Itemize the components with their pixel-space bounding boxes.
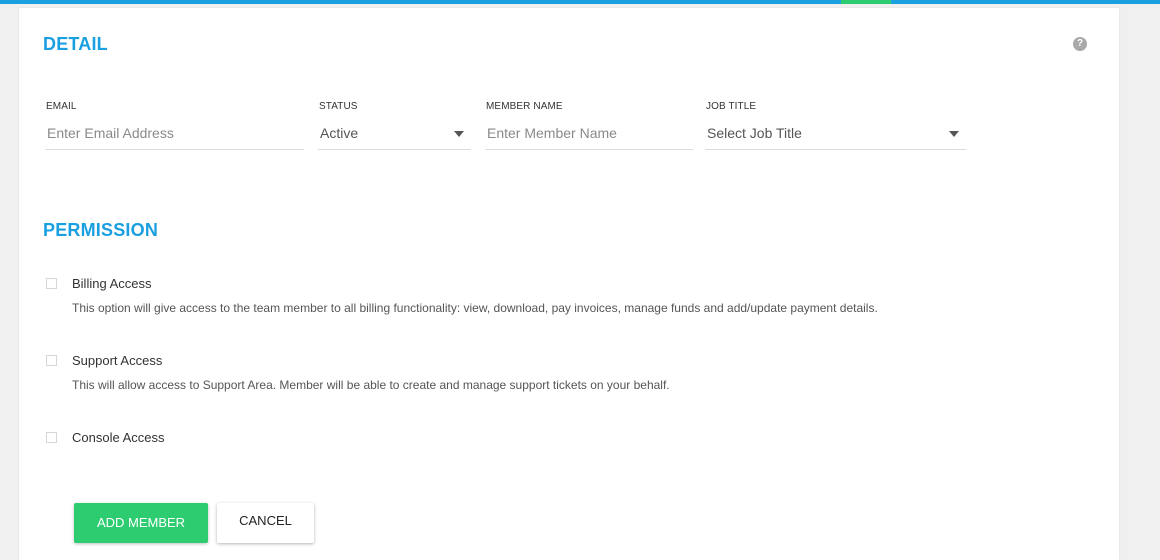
- support-access-label: Support Access: [72, 353, 163, 368]
- status-label: STATUS: [319, 101, 358, 112]
- job-title-field-group: JOB TITLE Select Job Title: [705, 100, 966, 150]
- billing-access-label: Billing Access: [72, 276, 152, 291]
- detail-section-title: DETAIL: [43, 34, 108, 54]
- job-title-label: JOB TITLE: [706, 101, 757, 112]
- status-field-group: STATUS Active: [318, 100, 471, 150]
- member-name-field-group: MEMBER NAME: [485, 100, 693, 150]
- member-name-input[interactable]: [485, 117, 693, 150]
- top-progress-bar: [0, 0, 1160, 4]
- job-title-select[interactable]: Select Job Title: [705, 117, 966, 150]
- chevron-down-icon: [949, 131, 959, 137]
- status-select[interactable]: Active: [318, 117, 471, 150]
- job-title-selected-value: Select Job Title: [707, 125, 802, 141]
- status-selected-value: Active: [320, 125, 359, 141]
- email-input[interactable]: [45, 117, 304, 150]
- billing-access-description: This option will give access to the team…: [72, 301, 878, 315]
- add-member-button[interactable]: ADD MEMBER: [74, 503, 208, 543]
- support-access-checkbox[interactable]: [46, 355, 57, 366]
- console-access-label: Console Access: [72, 430, 165, 445]
- add-member-form: DETAIL ? EMAIL STATUS Active MEMBER NAME…: [19, 8, 1119, 560]
- billing-access-checkbox[interactable]: [46, 278, 57, 289]
- permission-section-title: PERMISSION: [43, 220, 159, 240]
- help-icon[interactable]: ?: [1073, 37, 1087, 51]
- email-field-group: EMAIL: [45, 100, 304, 150]
- top-bar-active-segment: [841, 0, 891, 4]
- chevron-down-icon: [454, 131, 464, 137]
- support-access-description: This will allow access to Support Area. …: [72, 378, 670, 392]
- cancel-button[interactable]: CANCEL: [217, 503, 314, 543]
- member-name-label: MEMBER NAME: [486, 101, 563, 112]
- email-label: EMAIL: [46, 101, 77, 112]
- console-access-checkbox[interactable]: [46, 432, 57, 443]
